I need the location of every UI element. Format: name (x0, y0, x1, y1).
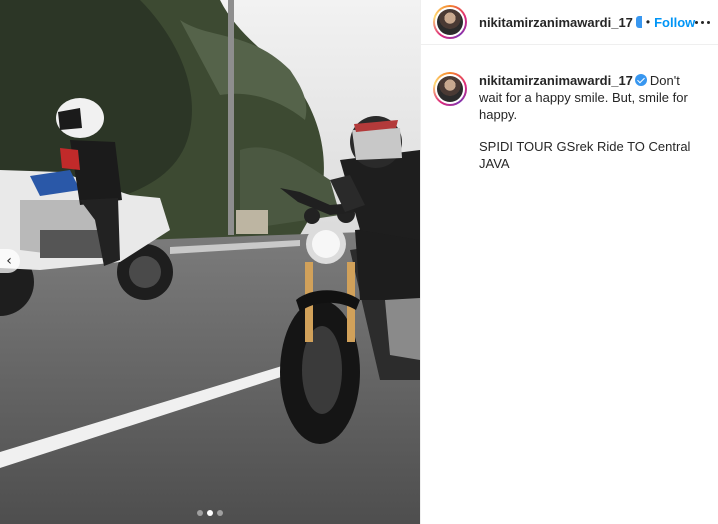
verified-badge-icon (634, 74, 647, 86)
verified-badge-icon (635, 16, 642, 28)
caption-text-block: nikitamirzanimawardi_17 Don't wait for a … (479, 72, 706, 172)
carousel-dot (197, 510, 203, 516)
post-caption: nikitamirzanimawardi_17 Don't wait for a … (421, 45, 718, 172)
avatar-image (437, 9, 463, 35)
more-options-icon[interactable] (695, 12, 711, 32)
carousel-dot-active (207, 510, 213, 516)
caption-avatar[interactable] (433, 72, 467, 106)
carousel-dot (217, 510, 223, 516)
chevron-left-icon: ‹ (6, 253, 12, 269)
post-media[interactable]: ‹ (0, 0, 420, 524)
post-photo (0, 0, 420, 524)
avatar-image (437, 76, 463, 102)
carousel-indicator (0, 510, 420, 516)
header-username-link[interactable]: nikitamirzanimawardi_17 (479, 15, 633, 30)
post-sidebar: nikitamirzanimawardi_17 • Follow nikitam… (420, 0, 718, 524)
separator-dot: • (645, 15, 651, 29)
caption-username-link[interactable]: nikitamirzanimawardi_17 (479, 73, 633, 88)
post-header: nikitamirzanimawardi_17 • Follow (421, 0, 718, 45)
caption-text-secondary: SPIDI TOUR GSrek Ride TO Central JAVA (479, 139, 691, 171)
avatar[interactable] (433, 5, 467, 39)
follow-button[interactable]: Follow (654, 15, 695, 30)
